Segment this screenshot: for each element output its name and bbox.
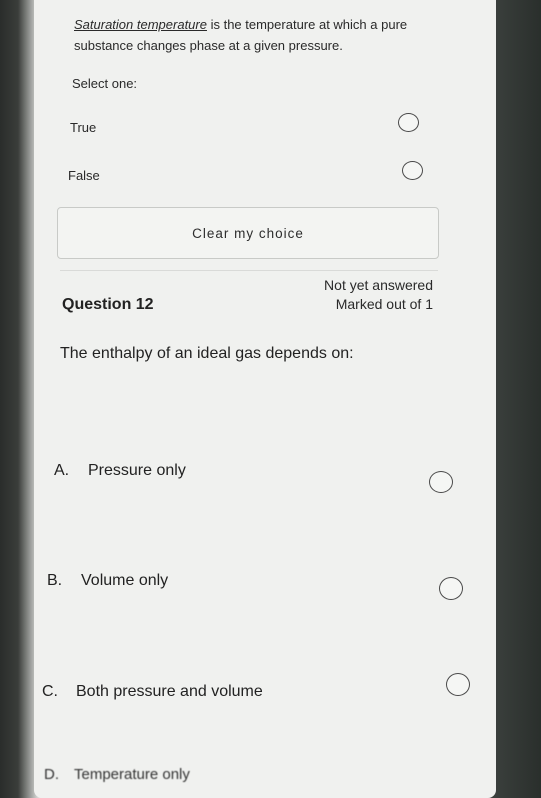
phone-screen: Saturation temperature is the temperatur… <box>0 0 541 798</box>
question-marks: Marked out of 1 <box>335 296 433 312</box>
question-12-text: The enthalpy of an ideal gas depends on: <box>60 345 354 362</box>
option-a-label: Pressure only <box>88 462 186 479</box>
option-c-letter: C. <box>42 683 58 700</box>
option-b[interactable]: B. Volume only <box>47 572 168 590</box>
select-one-label: Select one: <box>72 76 138 91</box>
clear-my-choice-button[interactable]: Clear my choice <box>57 207 439 259</box>
option-b-letter: B. <box>47 572 63 589</box>
option-c-radio[interactable] <box>446 673 470 696</box>
option-b-label: Volume only <box>81 572 169 589</box>
option-true-label[interactable]: True <box>70 120 96 135</box>
option-a[interactable]: A. Pressure only <box>54 462 186 480</box>
option-d[interactable]: D. Temperature only <box>44 766 190 783</box>
option-true-radio[interactable] <box>398 113 419 132</box>
option-false-radio[interactable] <box>402 161 423 180</box>
option-b-radio[interactable] <box>439 577 463 600</box>
question-11-term: Saturation temperature <box>74 17 207 32</box>
question-12-heading: Question 12 <box>62 296 154 313</box>
question-divider <box>60 270 438 271</box>
option-d-letter: D. <box>44 766 59 783</box>
quiz-card <box>34 0 496 798</box>
option-a-letter: A. <box>54 462 70 479</box>
option-a-radio[interactable] <box>429 471 453 493</box>
option-d-label: Temperature only <box>74 766 190 783</box>
question-status: Not yet answered <box>324 277 433 293</box>
option-false-label[interactable]: False <box>68 168 100 183</box>
question-11-text: Saturation temperature is the temperatur… <box>74 14 424 56</box>
option-c[interactable]: C. Both pressure and volume <box>42 683 263 701</box>
option-c-label: Both pressure and volume <box>76 683 263 700</box>
